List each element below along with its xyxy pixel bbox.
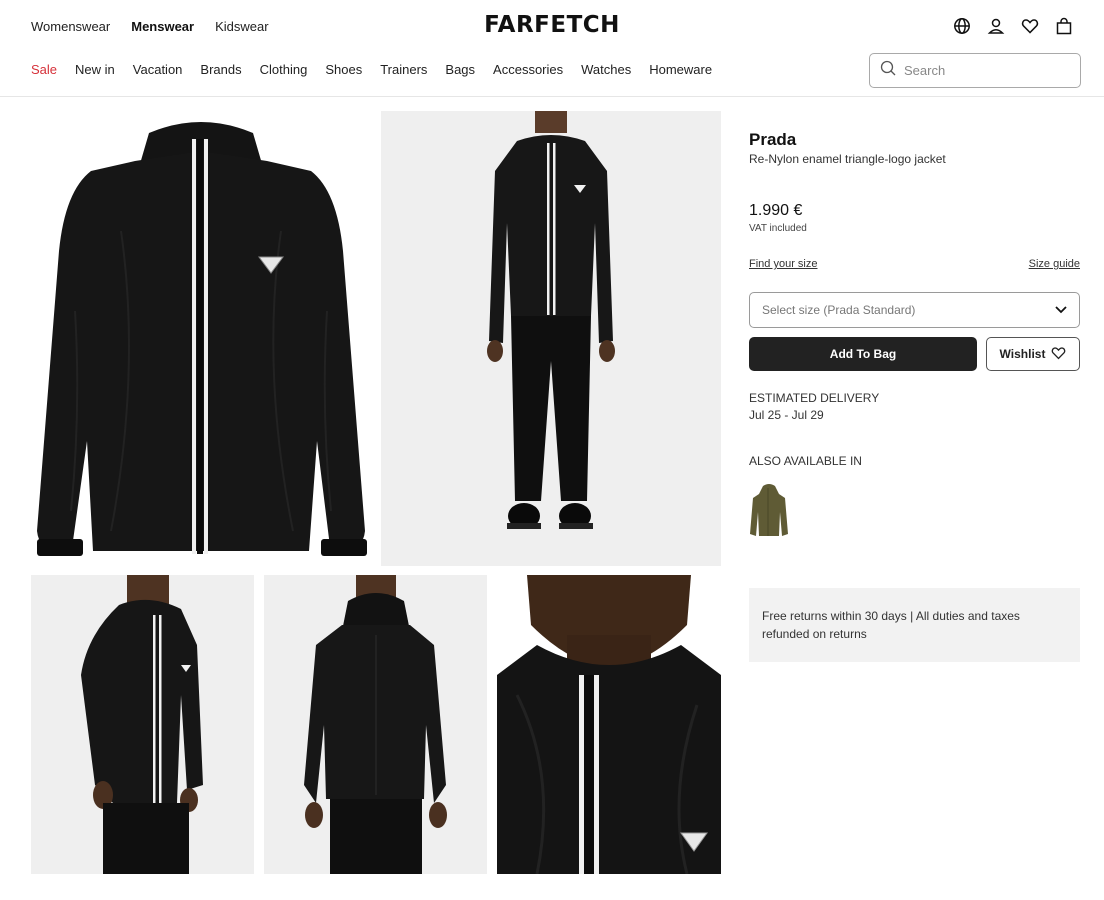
product-image-collar-closeup[interactable] <box>497 575 721 874</box>
heart-icon <box>1051 346 1066 363</box>
globe-icon[interactable] <box>953 16 971 36</box>
product-price: 1.990 € <box>749 202 803 219</box>
nav-item-watches[interactable]: Watches <box>581 62 631 77</box>
wishlist-button[interactable]: Wishlist <box>986 337 1080 371</box>
product-image-model-back[interactable] <box>264 575 487 874</box>
account-icon[interactable] <box>987 16 1005 36</box>
nav-item-new-in[interactable]: New in <box>75 62 115 77</box>
also-available-swatch-olive[interactable] <box>749 482 789 540</box>
size-select-dropdown[interactable]: Select size (Prada Standard) <box>749 292 1080 328</box>
product-image-front-flatlay[interactable] <box>31 111 371 566</box>
gender-tab-menswear[interactable]: Menswear <box>131 19 194 34</box>
estimated-delivery-dates: Jul 25 - Jul 29 <box>749 408 824 422</box>
nav-item-vacation[interactable]: Vacation <box>133 62 183 77</box>
estimated-delivery-label: ESTIMATED DELIVERY <box>749 391 880 405</box>
product-name: Re-Nylon enamel triangle-logo jacket <box>749 152 946 166</box>
wishlist-heart-icon[interactable] <box>1021 16 1039 36</box>
search-icon <box>880 60 896 81</box>
size-guide-link[interactable]: Size guide <box>1029 258 1080 270</box>
header-divider <box>0 96 1104 97</box>
product-brand[interactable]: Prada <box>749 130 796 150</box>
product-image-model-front[interactable] <box>381 111 721 566</box>
nav-item-clothing[interactable]: Clothing <box>260 62 308 77</box>
vat-note: VAT included <box>749 223 807 234</box>
wishlist-button-label: Wishlist <box>999 347 1046 361</box>
nav-item-bags[interactable]: Bags <box>445 62 475 77</box>
nav-item-trainers[interactable]: Trainers <box>380 62 427 77</box>
shopping-bag-icon[interactable] <box>1055 16 1073 36</box>
add-to-bag-button[interactable]: Add To Bag <box>749 337 977 371</box>
product-image-model-side[interactable] <box>31 575 254 874</box>
chevron-down-icon <box>1055 303 1067 317</box>
nav-item-sale[interactable]: Sale <box>31 62 57 77</box>
gender-nav: Womenswear Menswear Kidswear <box>31 19 290 34</box>
size-select-label: Select size (Prada Standard) <box>762 303 916 317</box>
nav-item-shoes[interactable]: Shoes <box>325 62 362 77</box>
find-your-size-link[interactable]: Find your size <box>749 258 817 270</box>
header-icons <box>953 16 1073 36</box>
returns-info-box: Free returns within 30 days | All duties… <box>749 588 1080 662</box>
gender-tab-womenswear[interactable]: Womenswear <box>31 19 110 34</box>
nav-item-homeware[interactable]: Homeware <box>649 62 712 77</box>
category-nav: Sale New in Vacation Brands Clothing Sho… <box>31 62 730 77</box>
search-box[interactable] <box>869 53 1081 88</box>
gender-tab-kidswear[interactable]: Kidswear <box>215 19 268 34</box>
nav-item-accessories[interactable]: Accessories <box>493 62 563 77</box>
site-logo[interactable]: FARFETCH <box>484 12 620 38</box>
nav-item-brands[interactable]: Brands <box>200 62 241 77</box>
also-available-label: ALSO AVAILABLE IN <box>749 454 862 468</box>
returns-info-text: Free returns within 30 days | All duties… <box>762 609 1020 641</box>
search-input[interactable] <box>904 63 1064 78</box>
